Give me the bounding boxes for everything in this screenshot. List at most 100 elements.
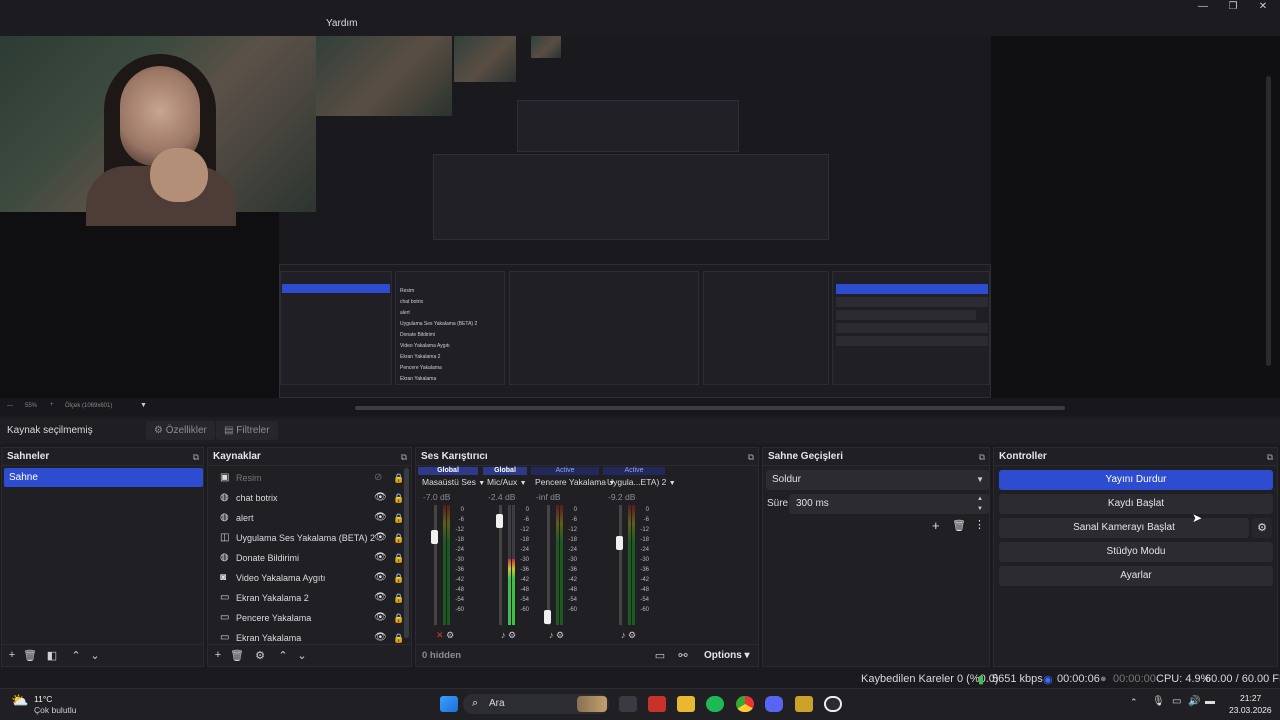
spotify-icon[interactable]	[706, 696, 724, 712]
mixer-layout-icon[interactable]: ▭	[653, 649, 667, 662]
mixer-options-button[interactable]: Options ▾	[704, 650, 750, 661]
start-menu-icon[interactable]	[440, 696, 458, 712]
preview-area[interactable]: Resim chat botrix alert Uygulama Ses Yakala…	[0, 36, 1280, 398]
zoom-out-button[interactable]: —	[7, 403, 13, 409]
lock-icon[interactable]: 🔒	[393, 548, 404, 568]
remove-source-icon[interactable]: 🗑	[230, 649, 244, 662]
channel-name[interactable]: Uygula...ETA) 2 ▼	[607, 477, 676, 487]
discord-icon[interactable]	[765, 696, 783, 712]
remove-transition-icon[interactable]: 🗑	[952, 519, 966, 532]
lock-icon[interactable]: 🔒	[393, 568, 404, 588]
visibility-eye-icon[interactable]: 👁	[374, 588, 387, 608]
task-view-icon[interactable]	[619, 696, 637, 712]
taskbar-search[interactable]: ⌕ Ara	[463, 694, 609, 714]
zoom-in-button[interactable]: +	[50, 402, 54, 408]
app-icon[interactable]	[648, 696, 666, 712]
link-icon[interactable]: ⚯	[676, 649, 690, 662]
file-explorer-icon[interactable]	[677, 696, 695, 712]
duration-field[interactable]: 300 ms ▲ ▼	[789, 494, 989, 514]
channel-name[interactable]: Masaüstü Ses ▼	[422, 477, 485, 487]
menu-help[interactable]: Yardım	[326, 18, 358, 29]
maximize-button[interactable]: ❐	[1217, 0, 1249, 14]
sources-scrollbar[interactable]	[404, 468, 409, 638]
source-item[interactable]: ◙ Video Yakalama Aygıtı 👁 🔒	[210, 568, 404, 588]
source-item[interactable]: ◍ Donate Bildirimi 👁 🔒	[210, 548, 404, 568]
move-up-icon[interactable]: ⌃	[69, 649, 83, 662]
lock-icon[interactable]: 🔒	[393, 508, 404, 528]
source-item[interactable]: ◍ chat botrix 👁 🔒	[210, 488, 404, 508]
microphone-icon[interactable]: 🎙	[1152, 696, 1165, 707]
source-item[interactable]: ▣ Resim ⊘ 🔒	[210, 468, 404, 488]
zoom-dropdown-icon[interactable]: ▼	[140, 402, 147, 409]
tray-chevron-icon[interactable]: ⌃	[1130, 697, 1138, 708]
volume-icon[interactable]: 🔊	[1188, 696, 1200, 707]
source-item[interactable]: ◫ Uygulama Ses Yakalama (BETA) 2 👁 🔒	[210, 528, 404, 548]
undock-icon[interactable]: ⧉	[401, 448, 407, 466]
visibility-eye-icon[interactable]: 👁	[374, 608, 387, 628]
lock-icon[interactable]: 🔒	[393, 528, 404, 548]
volume-fader-track[interactable]	[547, 505, 550, 625]
source-item[interactable]: ▭ Ekran Yakalama 2 👁 🔒	[210, 588, 404, 608]
speaker-icon[interactable]: ♪	[549, 630, 554, 640]
network-icon[interactable]: ▭	[1172, 696, 1181, 707]
spinner-icon[interactable]: ▲ ▼	[977, 494, 983, 514]
visibility-eye-icon[interactable]: 👁	[374, 528, 387, 548]
studio-mode-button[interactable]: Stüdyo Modu	[999, 542, 1273, 562]
add-scene-icon[interactable]: +	[5, 649, 19, 661]
move-down-icon[interactable]: ⌄	[88, 649, 102, 662]
minimize-button[interactable]: —	[1187, 0, 1219, 14]
undock-icon[interactable]: ⧉	[979, 448, 985, 466]
source-properties-icon[interactable]: ⚙	[253, 649, 267, 662]
virtual-camera-settings-gear-icon[interactable]: ⚙	[1252, 518, 1272, 538]
lock-icon[interactable]: 🔒	[393, 588, 404, 608]
app-icon-2[interactable]	[795, 696, 813, 712]
battery-icon[interactable]: ▬	[1205, 696, 1215, 707]
filters-button[interactable]: ▤ Filtreler	[216, 421, 278, 440]
volume-fader-track[interactable]	[434, 505, 437, 625]
source-item[interactable]: ◍ alert 👁 🔒	[210, 508, 404, 528]
transition-select[interactable]: Soldur ▼	[766, 470, 990, 490]
channel-settings-icon[interactable]: ⚙	[446, 630, 454, 640]
start-recording-button[interactable]: Kaydı Başlat	[999, 494, 1273, 514]
horizontal-scrollbar[interactable]	[355, 406, 1065, 410]
lock-icon[interactable]: 🔒	[393, 468, 404, 488]
remove-scene-icon[interactable]: 🗑	[23, 649, 37, 662]
source-item[interactable]: ▭ Pencere Yakalama 👁 🔒	[210, 608, 404, 628]
speaker-icon[interactable]: ♪	[501, 630, 506, 640]
visibility-eye-icon[interactable]: 👁	[374, 508, 387, 528]
move-down-icon[interactable]: ⌄	[295, 649, 309, 662]
move-up-icon[interactable]: ⌃	[276, 649, 290, 662]
add-source-icon[interactable]: +	[211, 649, 225, 661]
add-transition-icon[interactable]: +	[932, 518, 940, 533]
scene-item[interactable]: Sahne	[4, 468, 203, 487]
channel-name[interactable]: Mic/Aux ▼	[487, 477, 527, 487]
lock-icon[interactable]: 🔒	[393, 608, 404, 628]
channel-settings-icon[interactable]: ⚙	[628, 630, 636, 640]
volume-fader-knob[interactable]	[496, 513, 503, 528]
muted-speaker-icon[interactable]: ✕	[436, 630, 444, 640]
channel-settings-icon[interactable]: ⚙	[508, 630, 516, 640]
close-button[interactable]: ✕	[1247, 0, 1279, 14]
settings-button[interactable]: Ayarlar	[999, 566, 1273, 586]
undock-icon[interactable]: ⧉	[193, 448, 199, 466]
clock-date[interactable]: 23.03.2026	[1229, 705, 1272, 715]
preview-canvas[interactable]: Resim chat botrix alert Uygulama Ses Yakala…	[279, 36, 991, 398]
chrome-icon[interactable]	[736, 696, 754, 712]
volume-fader-knob[interactable]	[616, 535, 623, 550]
undock-icon[interactable]: ⧉	[748, 448, 754, 466]
properties-button[interactable]: ⚙ Özellikler	[146, 421, 215, 440]
visibility-eye-icon[interactable]: 👁	[374, 488, 387, 508]
volume-fader-knob[interactable]	[431, 530, 438, 545]
weather-icon[interactable]: ⛅	[11, 692, 28, 709]
visibility-eye-icon[interactable]: 👁	[374, 548, 387, 568]
channel-settings-icon[interactable]: ⚙	[556, 630, 564, 640]
volume-fader-knob[interactable]	[544, 609, 551, 624]
undock-icon[interactable]: ⧉	[1267, 448, 1273, 466]
speaker-icon[interactable]: ♪	[621, 630, 626, 640]
clock-time[interactable]: 21:27	[1240, 693, 1261, 703]
volume-fader-track[interactable]	[619, 505, 622, 625]
obs-icon[interactable]	[824, 696, 842, 712]
stop-stream-button[interactable]: Yayını Durdur	[999, 470, 1273, 490]
virtual-camera-button[interactable]: Sanal Kamerayı Başlat	[999, 518, 1249, 538]
transition-menu-icon[interactable]: ⋮	[974, 518, 985, 531]
